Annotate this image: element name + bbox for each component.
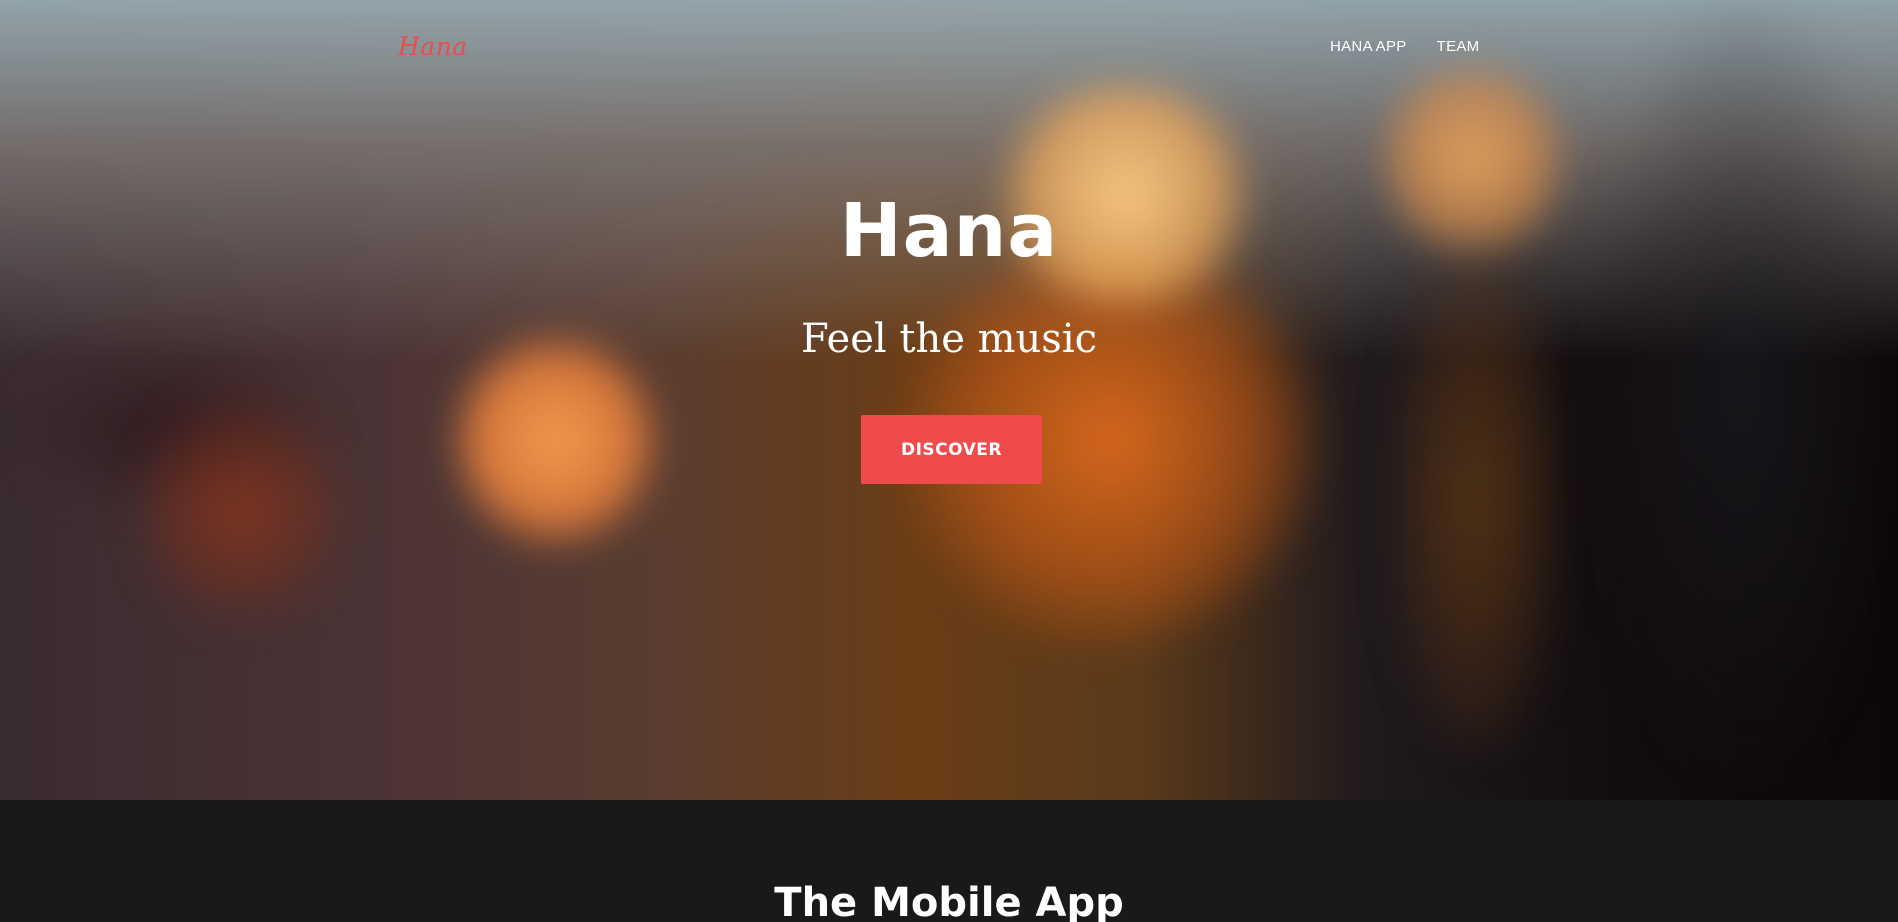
hero-subtitle: Feel the music — [800, 316, 1098, 362]
nav-link-hana-app[interactable]: HANA APP — [1330, 38, 1407, 55]
discover-button[interactable]: DISCOVER — [861, 415, 1042, 484]
top-nav: HANA APP TEAM — [1330, 38, 1479, 55]
nav-link-team[interactable]: TEAM — [1437, 38, 1480, 55]
background-bokeh — [1590, 0, 1898, 780]
background-bokeh — [140, 380, 340, 640]
hero-title: Hana — [839, 188, 1059, 274]
logo[interactable]: Hana — [398, 32, 468, 61]
hero-section: Hana HANA APP TEAM Hana Feel the music D… — [0, 0, 1898, 800]
page: Hana HANA APP TEAM Hana Feel the music D… — [0, 0, 1898, 922]
background-bokeh — [455, 330, 655, 550]
section-title: The Mobile App — [774, 880, 1124, 922]
mobile-app-section: The Mobile App — [0, 800, 1898, 922]
